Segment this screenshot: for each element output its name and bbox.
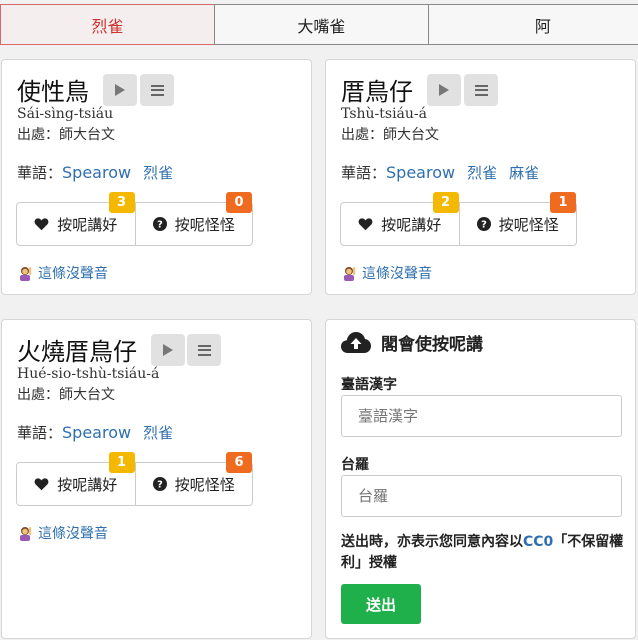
like-count-badge: 1 xyxy=(108,452,135,473)
huayu-line: 華語：Spearow 烈雀 xyxy=(17,422,185,443)
heart-icon xyxy=(34,477,49,491)
cc0-link[interactable]: CC0 xyxy=(523,534,553,550)
huayu-label: 華語： xyxy=(17,424,63,442)
odd-button[interactable]: ? 按呢怪怪 6 xyxy=(134,452,252,505)
vote-group: 按呢講好 1 ? 按呢怪怪 6 xyxy=(16,452,253,506)
heart-icon xyxy=(34,217,49,231)
no-audio-link[interactable]: 這條沒聲音 xyxy=(17,263,108,283)
odd-count-badge: 0 xyxy=(226,192,252,213)
no-audio-label: 這條沒聲音 xyxy=(362,266,432,282)
list-button[interactable] xyxy=(140,74,174,106)
huayu-other-link[interactable]: 烈雀 xyxy=(143,164,173,182)
huayu-label: 華語： xyxy=(341,164,387,182)
cloud-upload-icon xyxy=(341,331,371,353)
romanization: Hué-sio-tshù-tsiáu-á xyxy=(17,366,160,382)
hanzi-input[interactable] xyxy=(341,395,622,437)
odd-label: 按呢怪怪 xyxy=(174,215,235,234)
heart-icon xyxy=(358,217,373,231)
form-title: 閣會使按呢講 xyxy=(341,330,483,355)
tab-lie-que[interactable]: 烈雀 xyxy=(0,4,215,45)
huayu-main-link[interactable]: Spearow xyxy=(62,423,131,442)
like-button[interactable]: 按呢講好 2 xyxy=(341,192,459,245)
like-count-badge: 2 xyxy=(432,192,459,213)
word-title: 厝鳥仔 xyxy=(341,78,413,106)
no-audio-label: 這條沒聲音 xyxy=(38,266,108,282)
question-circle-icon: ? xyxy=(152,217,167,231)
play-button[interactable] xyxy=(427,74,461,106)
svg-text:?: ? xyxy=(157,480,163,491)
tab-bar: 烈雀 大嘴雀 阿 xyxy=(0,4,638,45)
form-title-text: 閣會使按呢講 xyxy=(381,335,483,355)
word-title: 火燒厝鳥仔 xyxy=(17,338,137,366)
play-icon xyxy=(439,84,449,96)
huayu-main-link[interactable]: Spearow xyxy=(386,163,455,182)
source: 出處：師大台文 xyxy=(17,387,115,403)
svg-text:?: ? xyxy=(157,220,163,231)
question-circle-icon: ? xyxy=(152,477,167,491)
person-raising-hand-icon xyxy=(341,265,357,281)
play-button[interactable] xyxy=(151,334,185,366)
play-button[interactable] xyxy=(103,74,137,106)
word-card: 火燒厝鳥仔 Hué-sio-tshù-tsiáu-á 出處：師大台文 華語：Sp… xyxy=(1,319,312,639)
like-count-badge: 3 xyxy=(108,192,135,213)
odd-label: 按呢怪怪 xyxy=(498,215,559,234)
person-raising-hand-icon xyxy=(17,525,33,541)
roman-label: 台羅 xyxy=(341,457,369,473)
tab-da-zui-que[interactable]: 大嘴雀 xyxy=(213,4,429,45)
romanization: Sái-sìng-tsiáu xyxy=(17,106,114,122)
huayu-other-link[interactable]: 烈雀 xyxy=(143,424,173,442)
list-icon xyxy=(150,84,164,96)
hanzi-label: 臺語漢字 xyxy=(341,377,397,393)
no-audio-link[interactable]: 這條沒聲音 xyxy=(341,263,432,283)
romanization: Tshù-tsiáu-á xyxy=(341,106,427,122)
vote-group: 按呢講好 2 ? 按呢怪怪 1 xyxy=(340,192,577,246)
like-label: 按呢講好 xyxy=(57,215,118,234)
list-icon xyxy=(474,84,488,96)
odd-count-badge: 6 xyxy=(226,452,252,473)
huayu-line: 華語：Spearow 烈雀 xyxy=(17,162,185,183)
odd-button[interactable]: ? 按呢怪怪 1 xyxy=(458,192,576,245)
odd-label: 按呢怪怪 xyxy=(174,475,235,494)
no-audio-link[interactable]: 這條沒聲音 xyxy=(17,523,108,543)
person-raising-hand-icon xyxy=(17,265,33,281)
huayu-other-link[interactable]: 麻雀 xyxy=(509,164,539,182)
source: 出處：師大台文 xyxy=(17,127,115,143)
huayu-main-link[interactable]: Spearow xyxy=(62,163,131,182)
list-button[interactable] xyxy=(464,74,498,106)
note-before: 送出時，亦表示您同意內容以 xyxy=(341,534,523,550)
word-title: 使性鳥 xyxy=(17,78,89,106)
svg-text:?: ? xyxy=(481,220,487,231)
submit-button[interactable]: 送出 xyxy=(341,584,421,624)
tab-a[interactable]: 阿 xyxy=(427,4,638,45)
list-button[interactable] xyxy=(187,334,221,366)
vote-group: 按呢講好 3 ? 按呢怪怪 0 xyxy=(16,192,253,246)
like-label: 按呢講好 xyxy=(381,215,442,234)
word-card: 使性鳥 Sái-sìng-tsiáu 出處：師大台文 華語：Spearow 烈雀 … xyxy=(1,59,312,295)
word-card: 厝鳥仔 Tshù-tsiáu-á 出處：師大台文 華語：Spearow 烈雀 麻雀 … xyxy=(325,59,636,295)
huayu-other-link[interactable]: 烈雀 xyxy=(467,164,497,182)
roman-input[interactable] xyxy=(341,475,622,517)
like-button[interactable]: 按呢講好 1 xyxy=(17,452,135,505)
odd-button[interactable]: ? 按呢怪怪 0 xyxy=(134,192,252,245)
suggest-form-card: 閣會使按呢講 臺語漢字 台羅 送出時，亦表示您同意內容以CC0「不保留權利」授權… xyxy=(325,319,636,639)
source: 出處：師大台文 xyxy=(341,127,439,143)
play-icon xyxy=(163,344,173,356)
like-label: 按呢講好 xyxy=(57,475,118,494)
question-circle-icon: ? xyxy=(476,217,491,231)
no-audio-label: 這條沒聲音 xyxy=(38,526,108,542)
odd-count-badge: 1 xyxy=(550,192,576,213)
like-button[interactable]: 按呢講好 3 xyxy=(17,192,135,245)
play-icon xyxy=(115,84,125,96)
huayu-label: 華語： xyxy=(17,164,63,182)
list-icon xyxy=(197,344,211,356)
license-note: 送出時，亦表示您同意內容以CC0「不保留權利」授權 xyxy=(341,532,626,574)
huayu-line: 華語：Spearow 烈雀 麻雀 xyxy=(341,162,551,183)
